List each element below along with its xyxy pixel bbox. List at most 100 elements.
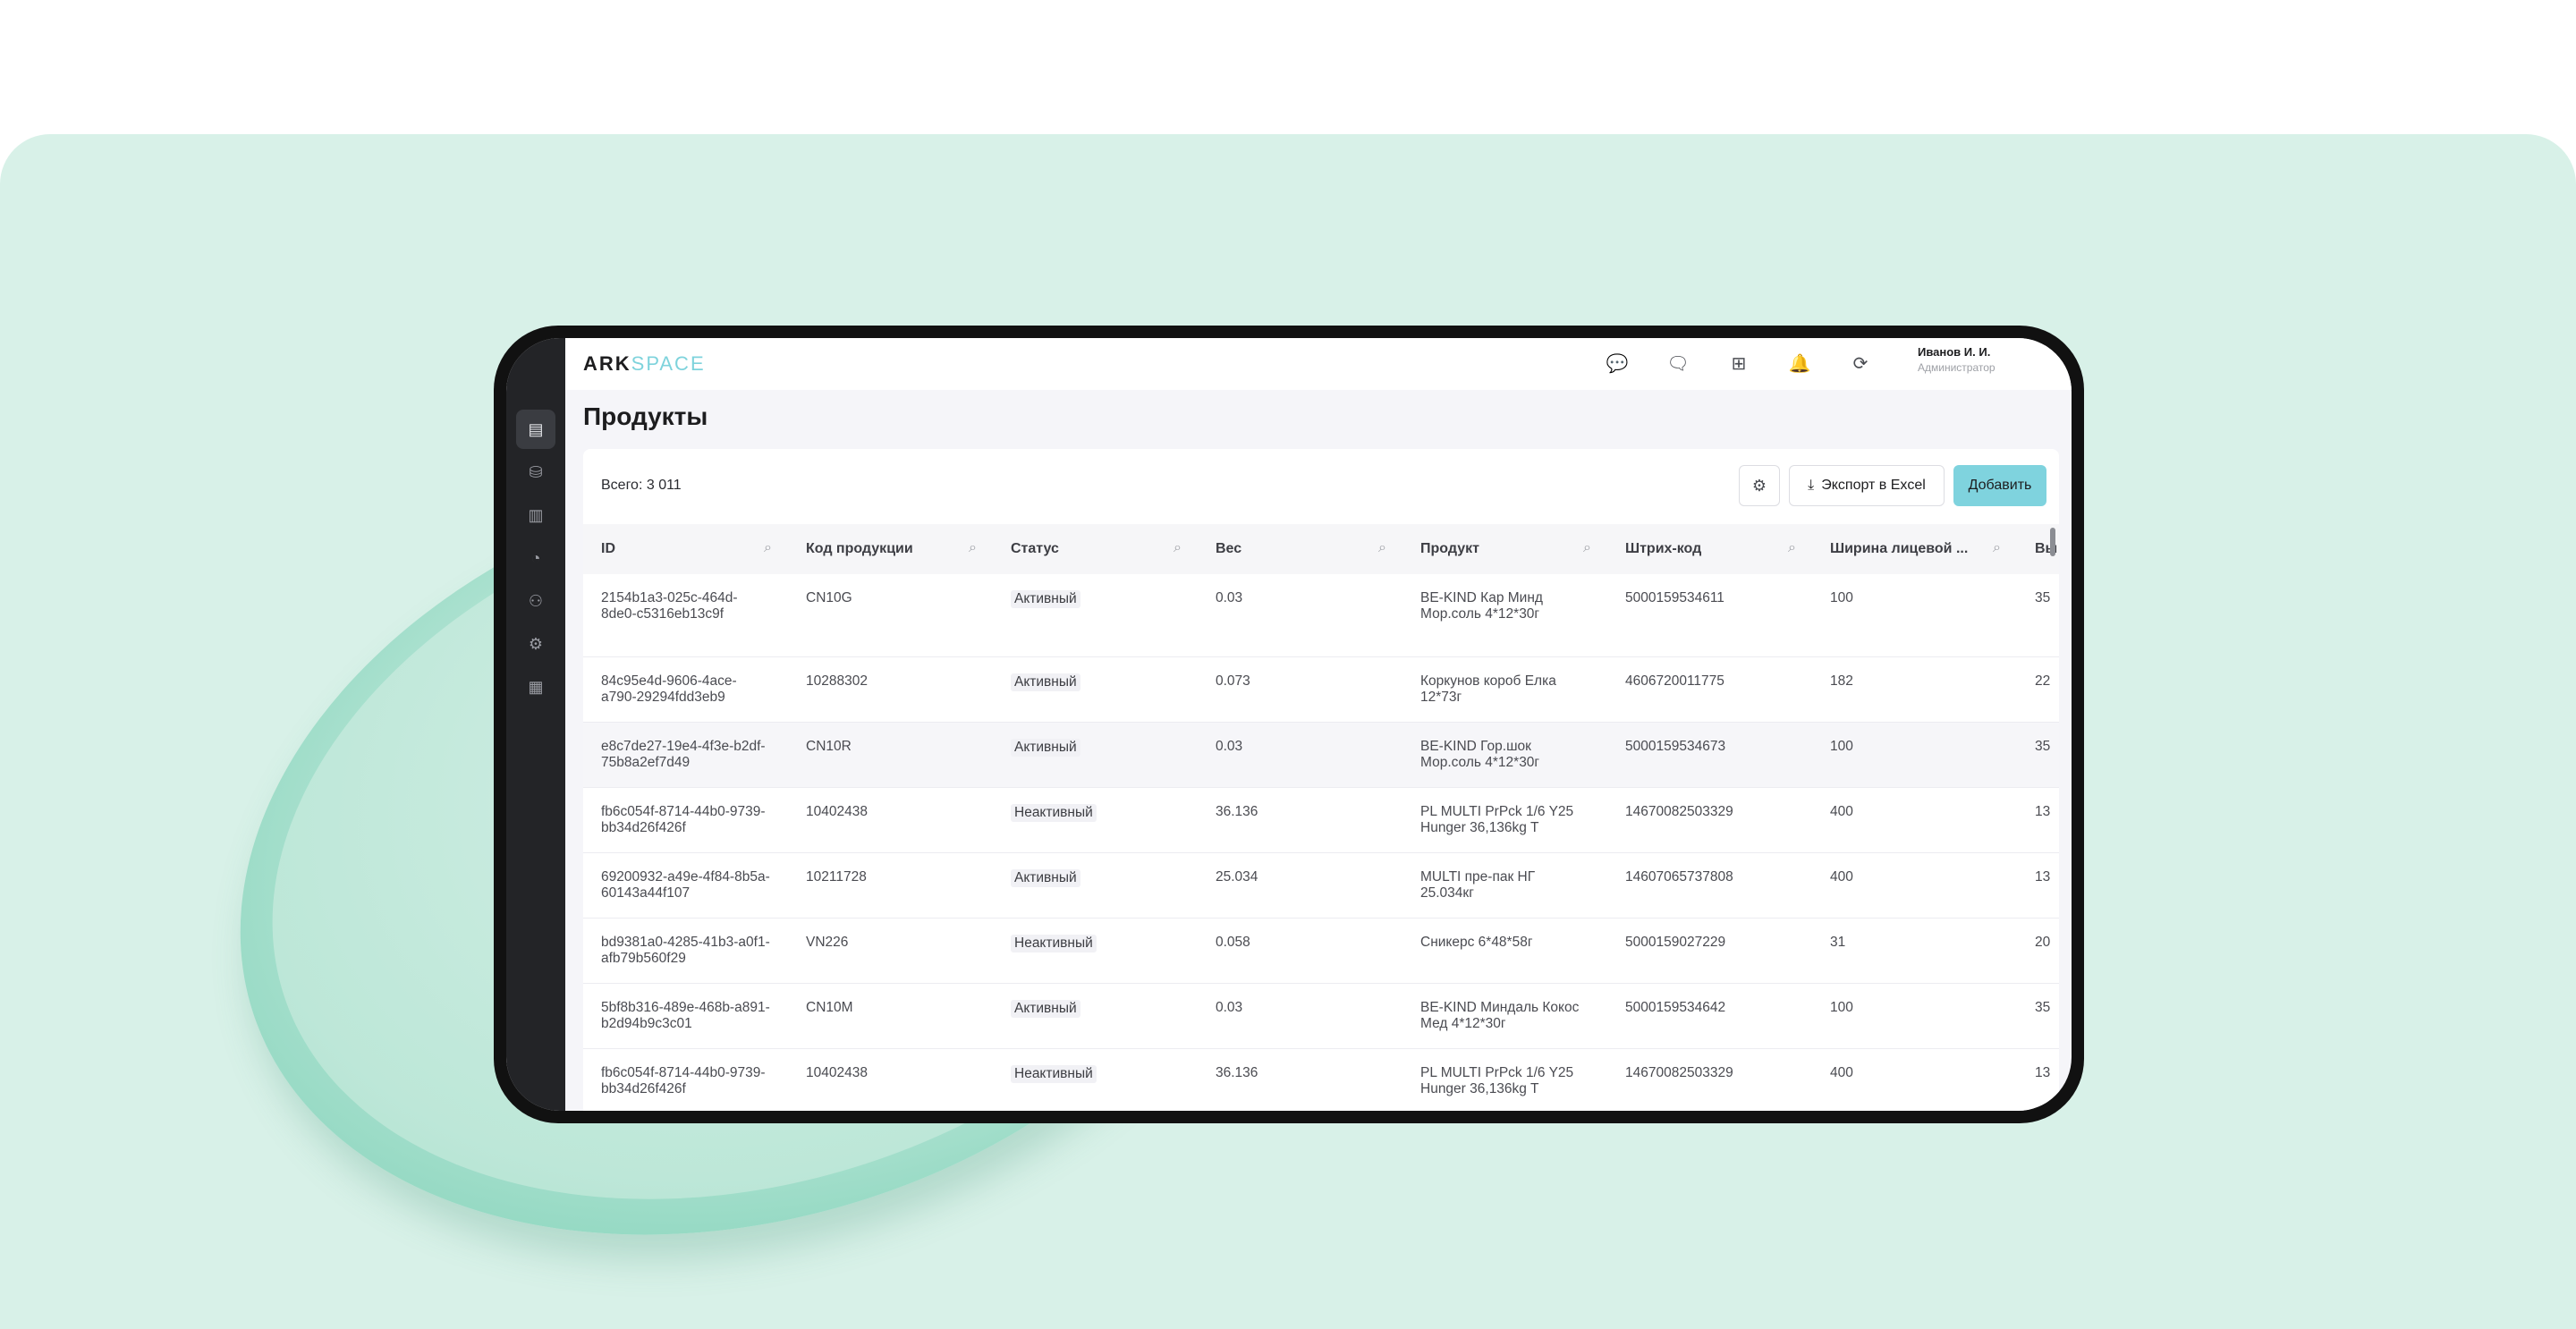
users-icon[interactable]: ⚇ bbox=[516, 581, 555, 621]
column-header[interactable]: Вес ⌕ bbox=[1198, 524, 1402, 574]
cell-extra: 13 bbox=[2017, 1048, 2059, 1111]
column-header-label: Статус bbox=[1011, 541, 1059, 556]
cell-weight: 0.058 bbox=[1198, 918, 1402, 984]
export-excel-button[interactable]: ⤓ Экспорт в Excel bbox=[1789, 465, 1945, 506]
logo[interactable]: ARKSPACE bbox=[583, 352, 706, 376]
chart-icon[interactable]: ◔ bbox=[516, 538, 555, 578]
table-row[interactable]: e8c7de27-19e4-4f3e-b2df-75b8a2ef7d49 CN10… bbox=[583, 722, 2059, 788]
total-count: Всего: 3 011 bbox=[601, 478, 682, 493]
search-icon[interactable]: ⌕ bbox=[1993, 540, 2001, 556]
cell-code: VN226 bbox=[788, 918, 993, 984]
column-header[interactable]: Код продукции ⌕ bbox=[788, 524, 993, 574]
column-header[interactable]: Продукт ⌕ bbox=[1402, 524, 1607, 574]
page-title: Продукты bbox=[583, 402, 708, 430]
cell-id-text: 5bf8b316-489e-468b-a891-b2d94b9c3c01 bbox=[601, 999, 770, 1031]
status-badge: Неактивный bbox=[1011, 1064, 1097, 1083]
cell-id: fb6c054f-8714-44b0-9739-bb34d26f426f bbox=[583, 1048, 788, 1111]
column-header[interactable]: Ширина лицевой ... ⌕ bbox=[1812, 524, 2017, 574]
cell-extra: 13 bbox=[2017, 852, 2059, 918]
cell-product-text: Сникерс 6*48*58г bbox=[1420, 934, 1533, 950]
cell-code-text: VN226 bbox=[806, 934, 849, 950]
search-icon[interactable]: ⌕ bbox=[1788, 540, 1796, 556]
cell-product: BE-KIND Кар Минд Мор.соль 4*12*30г bbox=[1402, 574, 1607, 657]
table-row[interactable]: bd9381a0-4285-41b3-a0f1-afb79b560f29 VN22… bbox=[583, 918, 2059, 984]
cell-id-text: 2154b1a3-025c-464d-8de0-c5316eb13c9f bbox=[601, 590, 738, 622]
cell-code-text: CN10G bbox=[806, 590, 852, 605]
cell-code-text: 10402438 bbox=[806, 1064, 868, 1080]
cell-code-text: CN10M bbox=[806, 999, 853, 1015]
cell-width-text: 100 bbox=[1830, 999, 1853, 1015]
cell-weight: 0.03 bbox=[1198, 983, 1402, 1049]
search-icon[interactable]: ⌕ bbox=[764, 540, 772, 556]
logo-accent: SPACE bbox=[631, 352, 706, 375]
cell-code: 10211728 bbox=[788, 852, 993, 918]
cell-weight-text: 0.03 bbox=[1216, 999, 1243, 1015]
products-icon[interactable]: ▤ bbox=[516, 410, 555, 449]
status-badge: Активный bbox=[1011, 868, 1080, 887]
cell-product: BE-KIND Гор.шок Мор.соль 4*12*30г bbox=[1402, 722, 1607, 788]
column-header[interactable]: ID ⌕ bbox=[583, 524, 788, 574]
table-body: 2154b1a3-025c-464d-8de0-c5316eb13c9f CN10… bbox=[583, 574, 2059, 1111]
cell-barcode-text: 14670082503329 bbox=[1625, 803, 1733, 819]
cell-product-text: BE-KIND Миндаль Кокос Мед 4*12*30г bbox=[1420, 999, 1580, 1031]
cell-extra: 20 bbox=[2017, 918, 2059, 984]
cell-extra-text: 35 bbox=[2035, 999, 2051, 1015]
cell-id: e8c7de27-19e4-4f3e-b2df-75b8a2ef7d49 bbox=[583, 722, 788, 788]
search-icon[interactable]: ⌕ bbox=[1583, 540, 1591, 556]
apps-grid-icon[interactable]: ⊞ bbox=[1724, 349, 1753, 377]
column-header-label: Ширина лицевой ... bbox=[1830, 541, 1969, 556]
cell-width-text: 400 bbox=[1830, 803, 1853, 819]
cell-code: CN10G bbox=[788, 574, 993, 657]
cell-extra: 35 bbox=[2017, 574, 2059, 657]
cell-width: 100 bbox=[1812, 983, 2017, 1049]
calendar-icon[interactable]: ▦ bbox=[516, 667, 555, 707]
search-icon[interactable]: ⌕ bbox=[1378, 540, 1386, 556]
column-header-label: Вес bbox=[1216, 541, 1242, 556]
cell-id: 84c95e4d-9606-4ace-a790-29294fdd3eb9 bbox=[583, 656, 788, 723]
cell-id-text: 84c95e4d-9606-4ace-a790-29294fdd3eb9 bbox=[601, 673, 737, 705]
cell-product-text: MULTI пре-пак НГ 25.034кг bbox=[1420, 868, 1536, 901]
bell-icon[interactable]: 🔔 bbox=[1785, 349, 1814, 377]
cell-width: 400 bbox=[1812, 787, 2017, 853]
stage: ▤ ⛁ ▥ ◔ ⚇ ⚙ ▦ ARKSPACE 💬 🗨 ⊞ 🔔 ⟳ Иванов … bbox=[0, 0, 2576, 1329]
cell-weight-text: 36.136 bbox=[1216, 1064, 1258, 1080]
chat-icon[interactable]: 🗨 bbox=[1664, 349, 1692, 377]
column-header[interactable]: Штрих-код ⌕ bbox=[1607, 524, 1812, 574]
cell-extra: 13 bbox=[2017, 787, 2059, 853]
cell-id-text: e8c7de27-19e4-4f3e-b2df-75b8a2ef7d49 bbox=[601, 738, 766, 770]
cell-barcode: 14607065737808 bbox=[1607, 852, 1812, 918]
cell-id-text: fb6c054f-8714-44b0-9739-bb34d26f426f bbox=[601, 1064, 766, 1096]
cell-status: Активный bbox=[993, 983, 1198, 1049]
export-label: Экспорт в Excel bbox=[1821, 478, 1926, 493]
search-icon[interactable]: ⌕ bbox=[969, 540, 977, 556]
column-header[interactable]: Статус ⌕ bbox=[993, 524, 1198, 574]
cell-id: fb6c054f-8714-44b0-9739-bb34d26f426f bbox=[583, 787, 788, 853]
sync-icon[interactable]: ⟳ bbox=[1846, 349, 1875, 377]
cell-id: 69200932-a49e-4f84-8b5a-60143a44f107 bbox=[583, 852, 788, 918]
cell-status: Активный bbox=[993, 574, 1198, 657]
layout-icon[interactable]: ▥ bbox=[516, 495, 555, 535]
cell-id-text: 69200932-a49e-4f84-8b5a-60143a44f107 bbox=[601, 868, 770, 901]
cell-width: 400 bbox=[1812, 852, 2017, 918]
cell-code: 10402438 bbox=[788, 787, 993, 853]
add-button[interactable]: Добавить bbox=[1953, 465, 2046, 506]
horizontal-scrollbar[interactable] bbox=[2050, 528, 2055, 556]
search-icon[interactable]: ⌕ bbox=[1174, 540, 1182, 556]
support-chat-icon[interactable]: 💬 bbox=[1603, 349, 1631, 377]
table-row[interactable]: 2154b1a3-025c-464d-8de0-c5316eb13c9f CN10… bbox=[583, 574, 2059, 657]
table-row[interactable]: fb6c054f-8714-44b0-9739-bb34d26f426f 1040… bbox=[583, 787, 2059, 853]
database-icon[interactable]: ⛁ bbox=[516, 453, 555, 492]
user-profile[interactable]: Иванов И. И. Администратор bbox=[1918, 345, 1996, 374]
cell-product: MULTI пре-пак НГ 25.034кг bbox=[1402, 852, 1607, 918]
column-header-label: Код продукции bbox=[806, 541, 913, 556]
cell-extra: 35 bbox=[2017, 983, 2059, 1049]
status-badge: Неактивный bbox=[1011, 803, 1097, 822]
settings-icon[interactable]: ⚙ bbox=[516, 624, 555, 664]
table-row[interactable]: 84c95e4d-9606-4ace-a790-29294fdd3eb9 1028… bbox=[583, 656, 2059, 723]
cell-product-text: PL MULTI PrPck 1/6 Y25 Hunger 36,136kg T bbox=[1420, 1064, 1574, 1096]
table-row[interactable]: 69200932-a49e-4f84-8b5a-60143a44f107 1021… bbox=[583, 852, 2059, 918]
table-row[interactable]: 5bf8b316-489e-468b-a891-b2d94b9c3c01 CN10… bbox=[583, 983, 2059, 1049]
cell-weight-text: 25.034 bbox=[1216, 868, 1258, 885]
table-settings-button[interactable]: ⚙ bbox=[1739, 465, 1780, 506]
table-row[interactable]: fb6c054f-8714-44b0-9739-bb34d26f426f 1040… bbox=[583, 1048, 2059, 1111]
